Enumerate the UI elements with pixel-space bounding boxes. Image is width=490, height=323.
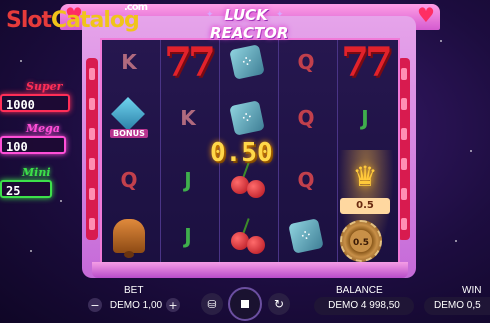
- balance-label: BALANCE: [336, 285, 383, 296]
- spin-stop-button[interactable]: [228, 287, 262, 321]
- coin-stack-icon[interactable]: ⛁: [201, 293, 223, 315]
- dice-icon: [229, 100, 265, 136]
- minus-icon[interactable]: −: [88, 298, 102, 312]
- stop-icon: [241, 300, 249, 308]
- game-logo: LUCK REACTOR: [210, 6, 289, 42]
- symbol-q: Q: [281, 96, 331, 140]
- seven-icon: 77: [164, 38, 216, 86]
- seven-icon: 77: [341, 38, 393, 86]
- dice-icon: [229, 44, 265, 80]
- symbol-seven: 77: [163, 38, 216, 86]
- jackpot-mini-value: 25: [0, 180, 52, 198]
- watermark-com: .com: [124, 2, 148, 13]
- symbol-cherry: [222, 214, 272, 258]
- jackpot-mini-label: Mini: [22, 166, 51, 179]
- symbol-q: Q: [281, 158, 331, 202]
- symbol-letter: K: [121, 50, 137, 74]
- cherry-icon: [227, 216, 267, 256]
- symbol-diamond-bonus: BONUS: [104, 96, 154, 140]
- jackpot-mega-label: Mega: [26, 122, 60, 135]
- sparkle-icon: ✦: [206, 10, 214, 20]
- left-light-pillar: [86, 58, 98, 240]
- symbol-letter: Q: [297, 50, 315, 74]
- logo-line-2: REACTOR: [210, 24, 289, 42]
- jackpot-super-label: Super: [26, 80, 63, 93]
- crown-value-badge: 0.5: [340, 198, 390, 214]
- symbol-dice: [222, 40, 272, 84]
- symbol-letter: J: [184, 224, 192, 248]
- diamond-icon: [111, 97, 145, 131]
- symbol-letter: K: [180, 106, 196, 130]
- bonus-label: BONUS: [110, 129, 148, 138]
- symbol-letter: Q: [297, 168, 315, 192]
- symbol-q: Q: [104, 158, 154, 202]
- symbol-seven: 77: [340, 38, 393, 86]
- win-value: DEMO 0,5: [424, 297, 490, 315]
- jackpot-mega-value: 100: [0, 136, 66, 154]
- autoplay-icon[interactable]: ↻: [268, 293, 290, 315]
- win-overlay: 0.50: [210, 138, 273, 168]
- heart-icon: ♥: [417, 3, 435, 27]
- symbol-j: J: [163, 158, 213, 202]
- balance-value: DEMO 4 998,50: [314, 297, 414, 315]
- symbol-dice: [222, 96, 272, 140]
- sparkle-icon: ✦: [276, 10, 284, 20]
- jackpot-super-value: 1000: [0, 94, 70, 112]
- cabinet-base: [92, 262, 408, 278]
- bet-label: BET: [124, 285, 144, 296]
- bet-value: DEMO 1,00: [109, 300, 163, 311]
- logo-line-1: LUCK: [224, 6, 268, 24]
- chip-symbol: 0.5: [340, 220, 382, 262]
- symbol-letter: Q: [297, 106, 315, 130]
- symbol-bell: [104, 214, 154, 258]
- symbol-letter: J: [184, 168, 192, 192]
- bottom-bar: BET − DEMO 1,00 + ⛁ ↻ BALANCE DEMO 4 998…: [0, 283, 490, 323]
- symbol-q: Q: [281, 40, 331, 84]
- watermark-slot: Slot: [6, 8, 52, 33]
- symbol-dice: [281, 214, 331, 258]
- symbol-letter: Q: [120, 168, 138, 192]
- symbol-letter: J: [361, 106, 369, 130]
- dice-icon: [288, 218, 324, 254]
- bell-icon: [113, 219, 145, 258]
- plus-icon[interactable]: +: [166, 298, 180, 312]
- symbol-j: J: [340, 96, 390, 140]
- symbol-j: J: [163, 214, 213, 258]
- watermark: SlotCatalog .com: [6, 2, 148, 33]
- symbol-k: K: [163, 96, 213, 140]
- win-label: WIN: [462, 285, 482, 296]
- symbol-k: K: [104, 40, 154, 84]
